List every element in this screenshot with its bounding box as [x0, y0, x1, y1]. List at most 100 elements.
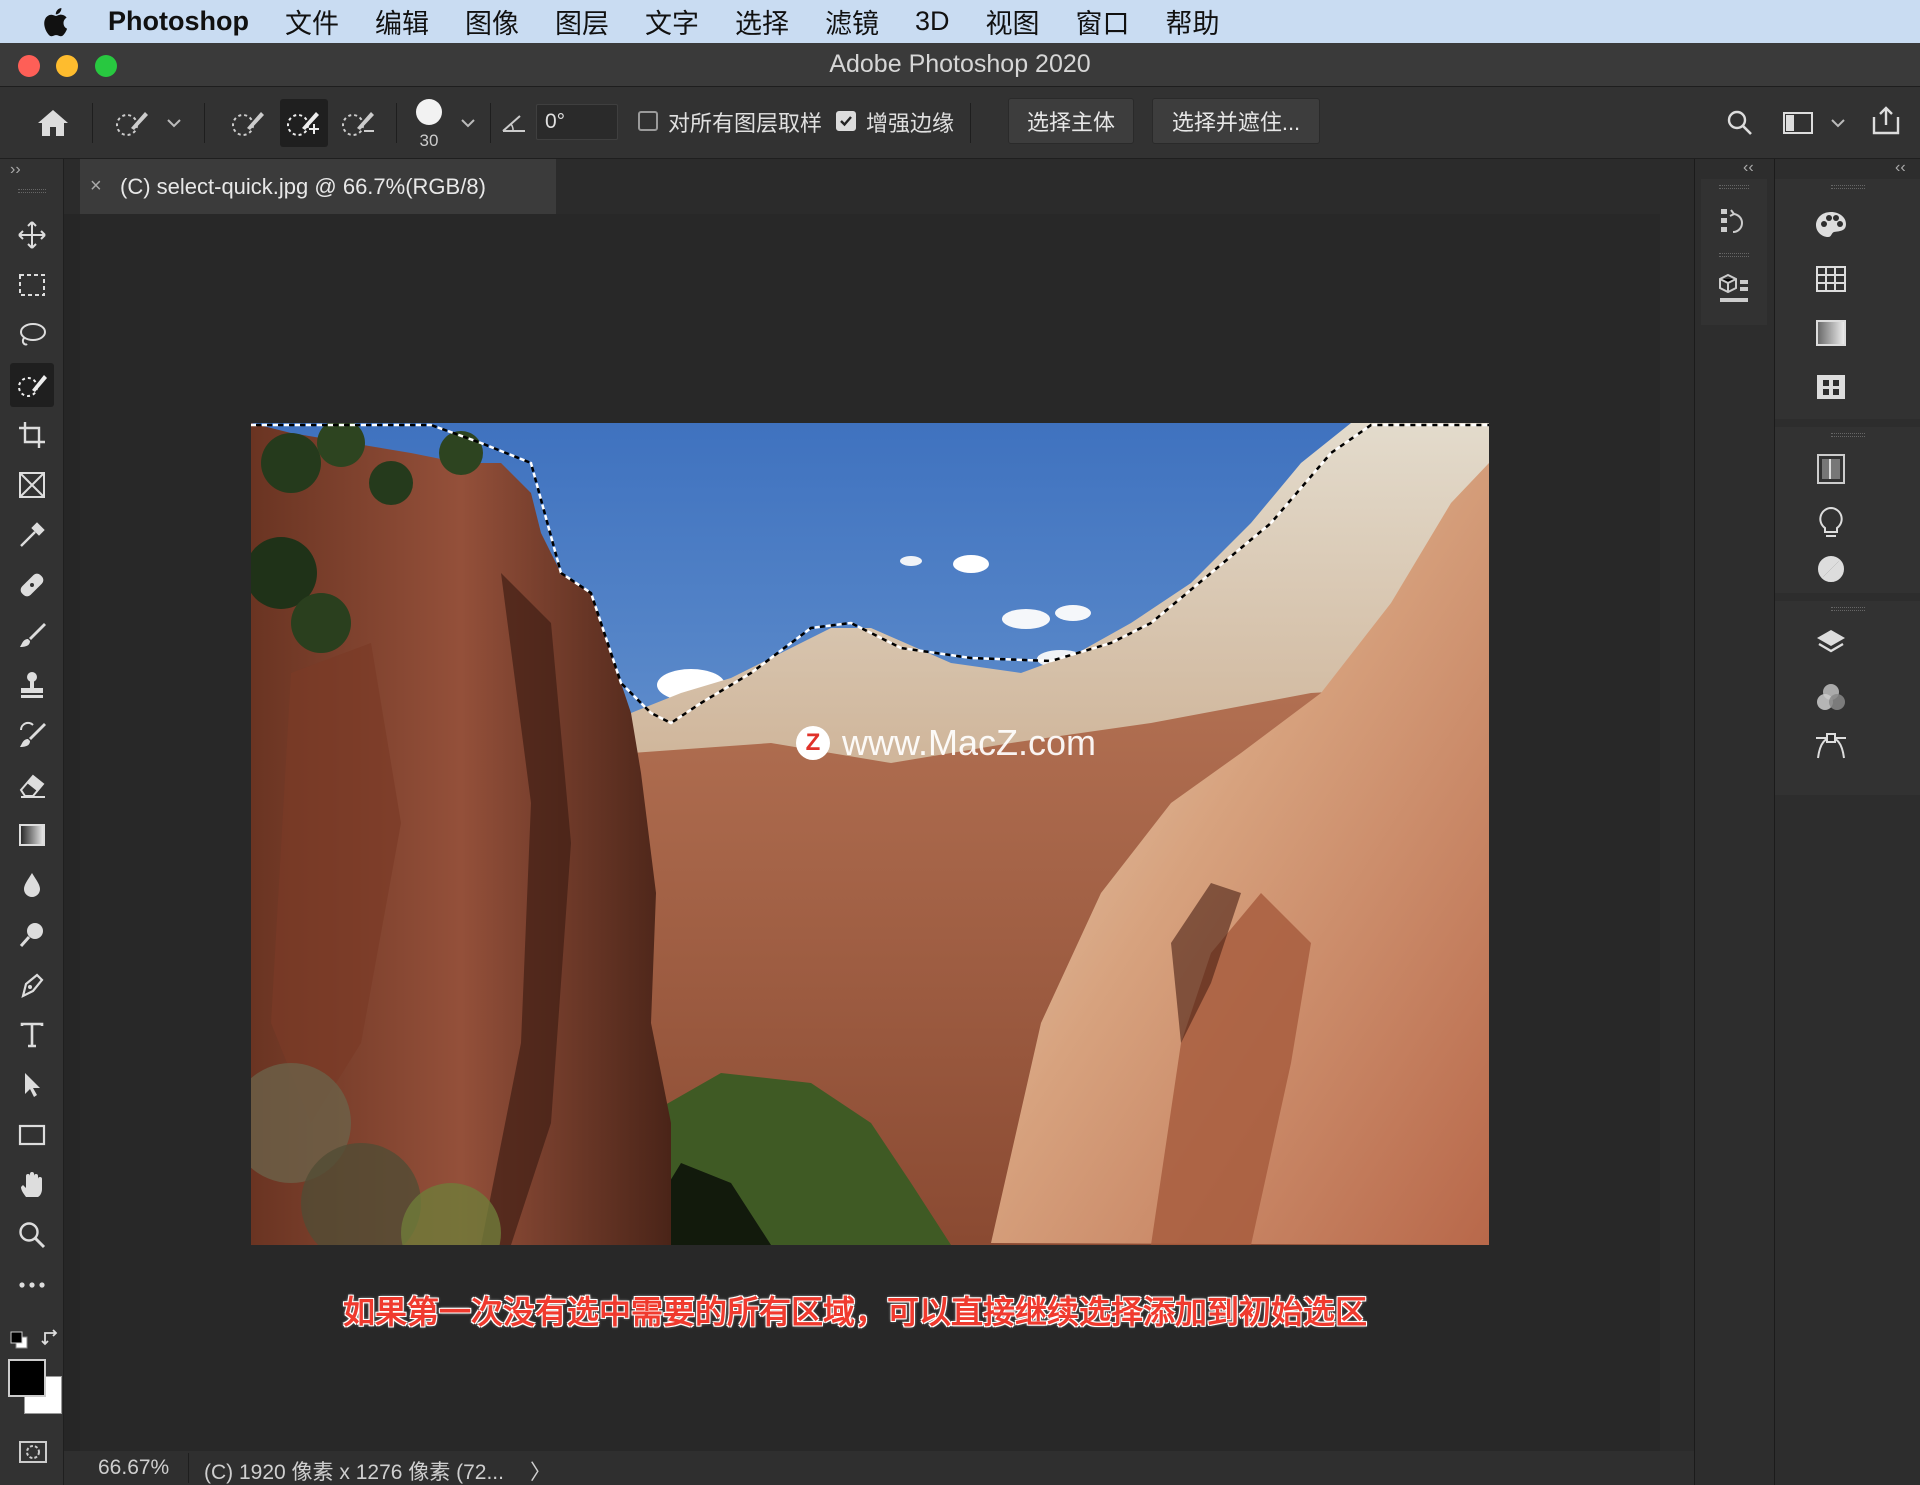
dodge-tool-icon[interactable]	[10, 913, 54, 957]
document-tab[interactable]: × (C) select-quick.jpg @ 66.7%(RGB/8)	[80, 159, 556, 214]
blur-tool-icon[interactable]	[10, 863, 54, 907]
patterns-panel-icon[interactable]	[1811, 367, 1851, 407]
search-icon[interactable]	[1720, 103, 1760, 143]
crop-tool-icon[interactable]	[10, 413, 54, 457]
quick-selection-tool-icon[interactable]	[10, 363, 54, 407]
new-selection-icon[interactable]	[226, 101, 272, 145]
chevron-down-icon[interactable]	[164, 111, 184, 135]
menu-app-name[interactable]: Photoshop	[108, 6, 249, 37]
canyon-photo[interactable]	[251, 423, 1489, 1245]
tutorial-subtitle: 如果第一次没有选中需要的所有区域，可以直接继续选择添加到初始选区	[342, 1294, 1367, 1330]
gradient-tool-icon[interactable]	[10, 813, 54, 857]
watermark-logo: Z	[796, 726, 830, 760]
window-title-bar: Adobe Photoshop 2020	[0, 43, 1920, 87]
options-bar: 30 0° 对所有图层取样 增强边缘 选择主体 选择并遮住...	[0, 87, 1920, 159]
menu-select[interactable]: 选择	[735, 2, 789, 41]
minimize-window-button[interactable]	[56, 55, 78, 77]
history-panel-icon[interactable]	[1714, 203, 1754, 243]
eyedropper-tool-icon[interactable]	[10, 513, 54, 557]
menu-view[interactable]: 视图	[986, 2, 1040, 41]
brush-size-preview-icon[interactable]	[412, 97, 446, 127]
lasso-tool-icon[interactable]	[10, 313, 54, 357]
hand-tool-icon[interactable]	[10, 1163, 54, 1207]
zoom-level[interactable]: 66.67%	[98, 1456, 169, 1480]
home-icon[interactable]	[30, 101, 76, 145]
close-window-button[interactable]	[18, 55, 40, 77]
menu-layer[interactable]: 图层	[555, 2, 609, 41]
history-brush-tool-icon[interactable]	[10, 713, 54, 757]
document-info: (C) 1920 像素 x 1276 像素 (72...	[204, 1461, 504, 1484]
zoom-tool-icon[interactable]	[10, 1213, 54, 1257]
paths-panel-icon[interactable]	[1811, 727, 1851, 767]
share-icon[interactable]	[1866, 101, 1906, 141]
type-tool-icon[interactable]	[10, 1013, 54, 1057]
close-tab-icon[interactable]: ×	[90, 175, 120, 198]
select-and-mask-button[interactable]: 选择并遮住...	[1152, 98, 1320, 144]
menu-filter[interactable]: 滤镜	[825, 2, 879, 41]
menu-type[interactable]: 文字	[645, 2, 699, 41]
document-tab-label: (C) select-quick.jpg @ 66.7%(RGB/8)	[120, 173, 486, 199]
select-subject-button[interactable]: 选择主体	[1008, 98, 1134, 144]
enhance-edge-checkbox[interactable]	[836, 111, 856, 131]
foreground-color-swatch[interactable]	[8, 1359, 46, 1397]
document-info-arrow[interactable]: 〉	[530, 1456, 551, 1485]
expand-toolbar-icon[interactable]: ››	[10, 161, 21, 179]
path-selection-tool-icon[interactable]	[10, 1063, 54, 1107]
layers-panel-icon[interactable]	[1811, 623, 1851, 663]
menu-help[interactable]: 帮助	[1166, 2, 1220, 41]
brush-tool-icon[interactable]	[10, 613, 54, 657]
swatches-panel-icon[interactable]	[1811, 259, 1851, 299]
right-panel-dock-2: ‹‹	[1774, 159, 1920, 1485]
watermark: Z www.MacZ.com	[796, 722, 1096, 764]
eraser-tool-icon[interactable]	[10, 763, 54, 807]
watermark-text: www.MacZ.com	[842, 722, 1097, 763]
menu-window[interactable]: 窗口	[1076, 2, 1130, 41]
vertical-scroll-area[interactable]	[1660, 214, 1694, 1451]
sample-all-layers-label: 对所有图层取样	[668, 111, 823, 136]
status-bar: 66.67% (C) 1920 像素 x 1276 像素 (72... 〉	[64, 1451, 1694, 1485]
color-panel-icon[interactable]	[1811, 205, 1851, 245]
move-tool-icon[interactable]	[10, 213, 54, 257]
rectangle-tool-icon[interactable]	[10, 1113, 54, 1157]
rectangular-marquee-tool-icon[interactable]	[10, 263, 54, 307]
brush-size-value: 30	[419, 131, 439, 150]
dock-1-group	[1701, 179, 1767, 325]
menu-edit[interactable]: 编辑	[375, 2, 429, 41]
menu-file[interactable]: 文件	[285, 2, 339, 41]
menu-3d[interactable]: 3D	[915, 6, 950, 37]
learn-panel-icon[interactable]	[1811, 503, 1851, 543]
tool-preset-picker-icon[interactable]	[110, 101, 156, 145]
toolbar-grip[interactable]	[18, 189, 46, 193]
pen-tool-icon[interactable]	[10, 963, 54, 1007]
brush-picker-chevron-icon[interactable]	[458, 111, 478, 135]
workspace-icon[interactable]	[1778, 105, 1818, 141]
workspace-chevron-icon[interactable]	[1828, 111, 1848, 135]
angle-icon	[498, 107, 530, 139]
right-panel-dock-1: ‹‹	[1694, 159, 1774, 1485]
healing-brush-tool-icon[interactable]	[10, 563, 54, 607]
3d-panel-icon[interactable]	[1714, 269, 1754, 309]
quick-mask-icon[interactable]	[16, 1437, 50, 1467]
menu-bar: Photoshop 文件 编辑 图像 图层 文字 选择 滤镜 3D 视图 窗口 …	[0, 0, 1920, 43]
gradients-panel-icon[interactable]	[1811, 313, 1851, 353]
angle-input[interactable]: 0°	[536, 104, 618, 140]
dock-2-group-3	[1775, 601, 1920, 795]
properties-panel-icon[interactable]	[1811, 449, 1851, 489]
add-to-selection-icon[interactable]	[280, 99, 328, 147]
sample-all-layers-checkbox[interactable]	[638, 111, 658, 131]
adjustments-panel-icon[interactable]	[1811, 549, 1851, 589]
zoom-window-button[interactable]	[95, 55, 117, 77]
document-tab-strip: × (C) select-quick.jpg @ 66.7%(RGB/8)	[64, 159, 1694, 214]
channels-panel-icon[interactable]	[1811, 677, 1851, 717]
window-title: Adobe Photoshop 2020	[829, 50, 1091, 78]
collapse-dock-2-icon[interactable]: ‹‹	[1895, 159, 1906, 177]
apple-icon[interactable]	[38, 5, 72, 39]
dock-2-group-2	[1775, 427, 1920, 593]
menu-image[interactable]: 图像	[465, 2, 519, 41]
enhance-edge-label: 增强边缘	[866, 111, 955, 136]
dock-2-group-1	[1775, 179, 1920, 419]
collapse-dock-1-icon[interactable]: ‹‹	[1743, 159, 1754, 177]
subtract-from-selection-icon[interactable]	[336, 101, 382, 145]
frame-tool-icon[interactable]	[10, 463, 54, 507]
clone-stamp-tool-icon[interactable]	[10, 663, 54, 707]
